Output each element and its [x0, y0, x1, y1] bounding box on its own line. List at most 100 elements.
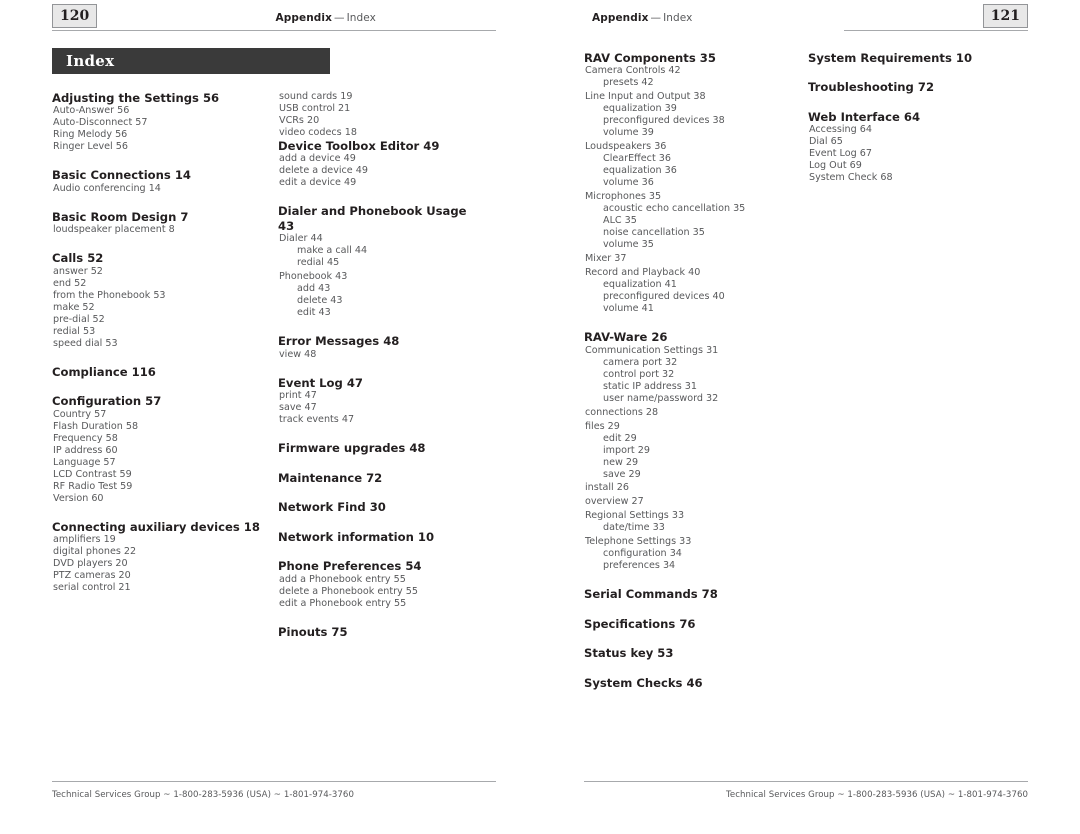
- index-columns-left: Adjusting the Settings 56 Auto-Answer 56 A…: [52, 91, 496, 639]
- index-column-left-2: sound cards 19 USB control 21 VCRs 20 video…: [278, 91, 486, 639]
- index-heading: Status key 53: [584, 646, 674, 661]
- index-heading: Event Log 47: [278, 375, 363, 390]
- index-heading: Calls 52: [52, 251, 104, 266]
- index-entry: Microphones 35: [585, 191, 662, 203]
- index-entry: Ring Melody 56: [53, 129, 128, 141]
- index-entry: end 52: [53, 277, 87, 289]
- index-entry: VCRs 20: [279, 114, 320, 126]
- index-entry: connections 28: [585, 406, 659, 418]
- index-entry: answer 52: [53, 265, 103, 277]
- index-column-right-1: RAV Components 35 Camera Controls 42 prese…: [584, 51, 790, 690]
- index-entry: view 48: [279, 348, 317, 360]
- running-head-dash-right: —: [650, 12, 662, 24]
- index-entry: files 29: [585, 420, 620, 432]
- index-subentry: camera port 32: [603, 356, 678, 368]
- index-subentry: new 29: [603, 456, 639, 468]
- index-subentry: save 29: [603, 468, 641, 480]
- footer-right: Technical Services Group ~ 1-800-283-593…: [584, 781, 1028, 800]
- footer-rule-left: [52, 781, 496, 782]
- index-subentry: edit 29: [603, 432, 637, 444]
- index-heading: Basic Connections 14: [52, 168, 191, 183]
- index-heading: Specifications 76: [584, 616, 696, 631]
- index-section-gap: [584, 315, 790, 330]
- index-subentry: preconfigured devices 38: [603, 115, 725, 127]
- running-head-dash-left: —: [333, 12, 345, 24]
- index-entry: LCD Contrast 59: [53, 468, 132, 480]
- index-entry: Flash Duration 58: [53, 420, 139, 432]
- index-subentry: ClearEffect 36: [603, 153, 671, 165]
- index-subentry: ALC 35: [603, 215, 637, 227]
- index-heading: Error Messages 48: [278, 334, 400, 349]
- index-entry: Loudspeakers 36: [585, 141, 667, 153]
- index-entry: video codecs 18: [279, 126, 357, 138]
- index-heading: Basic Room Design 7: [52, 209, 189, 224]
- chapter-banner: Index: [52, 48, 330, 74]
- index-heading: Connecting auxiliary devices 18: [52, 519, 260, 534]
- footer-rule-right: [584, 781, 1028, 782]
- index-entry: amplifiers 19: [53, 534, 116, 546]
- index-heading: Web Interface 64: [808, 109, 921, 124]
- index-subentry: acoustic echo cancellation 35: [603, 203, 746, 215]
- index-columns-right: RAV Components 35 Camera Controls 42 prese…: [584, 51, 1028, 690]
- index-heading: Network Find 30: [278, 500, 386, 515]
- index-heading: System Requirements 10: [808, 51, 973, 65]
- index-heading: Maintenance 72: [278, 470, 383, 485]
- index-entry: Telephone Settings 33: [585, 536, 692, 548]
- index-section-gap: [52, 236, 260, 251]
- index-subentry: user name/password 32: [603, 392, 719, 404]
- index-entry: Auto-Answer 56: [53, 105, 130, 117]
- index-entry: Country 57: [53, 408, 107, 420]
- index-subentry: redial 45: [297, 257, 340, 269]
- index-heading: Compliance 116: [52, 364, 156, 379]
- index-heading: RAV Components 35: [584, 51, 716, 65]
- index-heading: Dialer and Phonebook Usage 43: [278, 204, 467, 233]
- index-heading: Firmware upgrades 48: [278, 441, 426, 456]
- index-entry: USB control 21: [279, 102, 351, 114]
- index-entry: add a device 49: [279, 153, 356, 165]
- index-entry: Audio conferencing 14: [53, 182, 161, 194]
- index-section-gap: [52, 379, 260, 394]
- index-subentry: preconfigured devices 40: [603, 291, 725, 303]
- running-head-section-left: Appendix: [275, 12, 332, 24]
- index-section-gap: [584, 661, 790, 676]
- footer-text-right: Technical Services Group ~ 1-800-283-593…: [726, 790, 1028, 800]
- footer-text-left: Technical Services Group ~ 1-800-283-593…: [52, 790, 354, 800]
- running-head-rule: [52, 30, 496, 31]
- index-entry: loudspeaker placement 8: [53, 224, 175, 236]
- book-spread: 120 Appendix — Index Index Adjusting the S…: [0, 0, 1080, 834]
- index-section-gap: [584, 572, 790, 587]
- running-head-section-right: Appendix: [592, 12, 649, 24]
- index-subentry: equalization 41: [603, 279, 677, 291]
- index-entry: digital phones 22: [53, 546, 137, 558]
- index-entry: System Check 68: [809, 172, 893, 184]
- index-entry: Accessing 64: [809, 124, 872, 136]
- index-entry: save 47: [279, 402, 317, 414]
- index-section-gap: [278, 515, 486, 530]
- index-heading: Network information 10: [278, 529, 435, 544]
- index-section-gap: [278, 319, 486, 334]
- index-entry: Regional Settings 33: [585, 510, 685, 522]
- index-entry: edit a Phonebook entry 55: [279, 597, 407, 609]
- index-entry: from the Phonebook 53: [53, 289, 166, 301]
- index-subentry: presets 42: [603, 77, 654, 89]
- index-entry: Event Log 67: [809, 148, 872, 160]
- running-head-topic-left: Index: [346, 12, 376, 24]
- index-heading: Pinouts 75: [278, 624, 348, 639]
- index-column-left-1: Adjusting the Settings 56 Auto-Answer 56 A…: [52, 91, 260, 639]
- index-entry: Auto-Disconnect 57: [53, 117, 148, 129]
- index-subentry: date/time 33: [603, 522, 665, 534]
- index-entry: Dial 65: [809, 136, 843, 148]
- index-entry: serial control 21: [53, 582, 131, 593]
- index-entry: RF Radio Test 59: [53, 480, 133, 492]
- index-entry: Log Out 69: [809, 160, 862, 172]
- index-section-gap: [808, 65, 1014, 80]
- index-section-gap: [278, 456, 486, 471]
- index-entry: PTZ cameras 20: [53, 570, 131, 582]
- index-subentry: static IP address 31: [603, 380, 698, 392]
- index-subentry: configuration 34: [603, 548, 682, 560]
- index-entry: delete a device 49: [279, 165, 368, 177]
- index-subentry: import 29: [603, 444, 650, 456]
- index-section-gap: [278, 189, 486, 204]
- running-head-topic-right: Index: [663, 12, 693, 24]
- index-entry: Line Input and Output 38: [585, 91, 706, 103]
